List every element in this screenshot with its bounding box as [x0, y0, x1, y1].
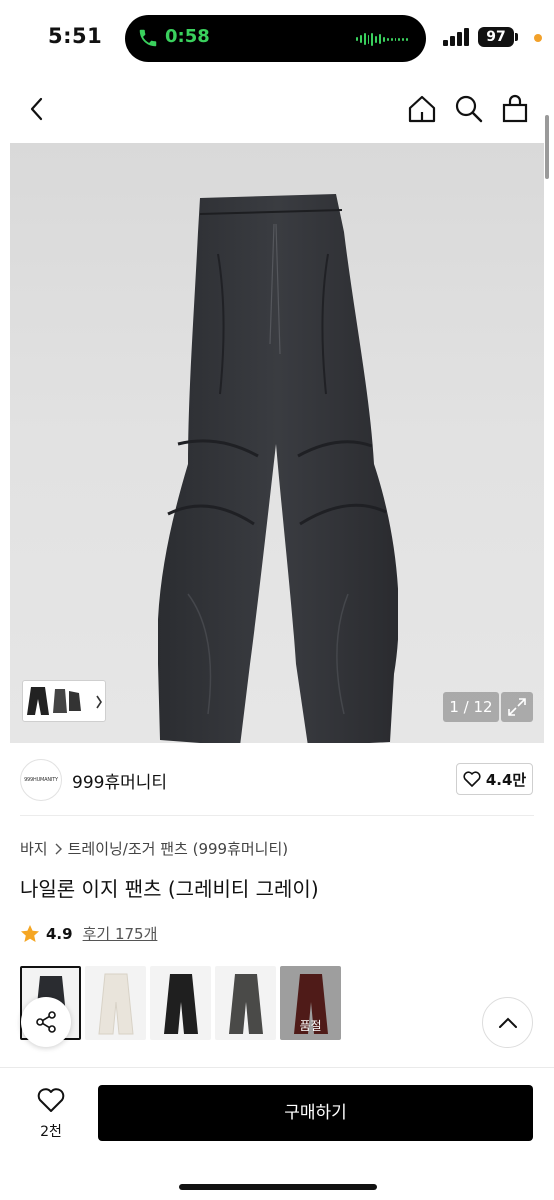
home-indicator	[179, 1184, 377, 1190]
soldout-overlay: 품절	[280, 966, 341, 1040]
brand-row: 999HUMANITY 999휴머니티 4.4만	[0, 752, 554, 812]
share-icon	[36, 1011, 56, 1033]
brand-name[interactable]: 999휴머니티	[72, 768, 167, 793]
swatch-image	[98, 973, 134, 1035]
swatch-image	[229, 974, 263, 1034]
rating-row: 4.9 후기 175개	[20, 923, 157, 944]
brand-like-button[interactable]: 4.4만	[456, 763, 533, 795]
signal-icon	[443, 28, 469, 46]
call-pill[interactable]: 0:58	[125, 15, 426, 62]
product-image-gallery[interactable]: 1 / 12	[10, 143, 544, 743]
chevron-right-icon	[55, 843, 62, 854]
breadcrumb: 바지 트레이닝/조거 팬츠 (999휴머니티)	[20, 838, 288, 859]
battery-nub	[515, 33, 518, 41]
bag-icon	[502, 94, 528, 123]
breadcrumb-item-subcategory[interactable]: 트레이닝/조거 팬츠 (999휴머니티)	[68, 838, 289, 859]
home-button[interactable]	[405, 92, 439, 126]
cart-button[interactable]	[498, 92, 532, 126]
search-icon	[455, 95, 483, 123]
review-link[interactable]: 후기 175개	[83, 923, 158, 944]
audio-wave-icon	[356, 32, 409, 46]
status-time: 5:51	[48, 24, 103, 48]
back-button[interactable]	[20, 92, 54, 126]
wishlist-button[interactable]: 2천	[28, 1088, 74, 1141]
heart-icon	[37, 1088, 65, 1112]
share-button[interactable]	[21, 997, 71, 1047]
image-counter: 1 / 12	[443, 692, 499, 722]
wishlist-count: 2천	[40, 1124, 62, 1140]
search-button[interactable]	[452, 92, 486, 126]
top-nav	[0, 80, 554, 140]
rating-value: 4.9	[46, 924, 73, 943]
privacy-dot	[534, 34, 542, 42]
page-scrollbar[interactable]	[545, 115, 549, 179]
chevron-up-icon	[498, 1017, 517, 1028]
brand-logo-text: 999HUMANITY	[24, 777, 58, 783]
bottom-purchase-bar: 2천 구매하기	[0, 1067, 554, 1200]
product-title: 나일론 이지 팬츠 (그레비티 그레이)	[20, 877, 319, 901]
phone-icon	[139, 29, 157, 47]
color-swatch[interactable]	[215, 966, 276, 1040]
brand-logo[interactable]: 999HUMANITY	[20, 759, 62, 801]
expand-icon	[508, 698, 526, 716]
brand-like-count: 4.4만	[485, 770, 527, 789]
scroll-top-button[interactable]	[482, 997, 533, 1048]
back-icon	[30, 97, 43, 121]
breadcrumb-item-category[interactable]: 바지	[20, 838, 48, 859]
chevron-right-icon	[96, 695, 102, 709]
color-swatch[interactable]: 품절	[280, 966, 341, 1040]
product-image	[158, 194, 398, 743]
call-duration: 0:58	[165, 26, 210, 47]
heart-icon	[463, 771, 481, 787]
battery-icon: 97	[478, 27, 514, 47]
star-icon	[21, 925, 39, 942]
thumbnail-strip[interactable]	[22, 680, 106, 722]
color-swatch[interactable]	[85, 966, 146, 1040]
status-bar: 5:51 0:58 97	[0, 0, 554, 76]
expand-button[interactable]	[501, 692, 533, 722]
home-icon	[408, 95, 436, 123]
color-swatch[interactable]	[150, 966, 211, 1040]
buy-button[interactable]: 구매하기	[98, 1085, 533, 1141]
divider	[20, 815, 534, 816]
swatch-image	[164, 974, 198, 1034]
thumbnail-preview	[27, 687, 102, 715]
